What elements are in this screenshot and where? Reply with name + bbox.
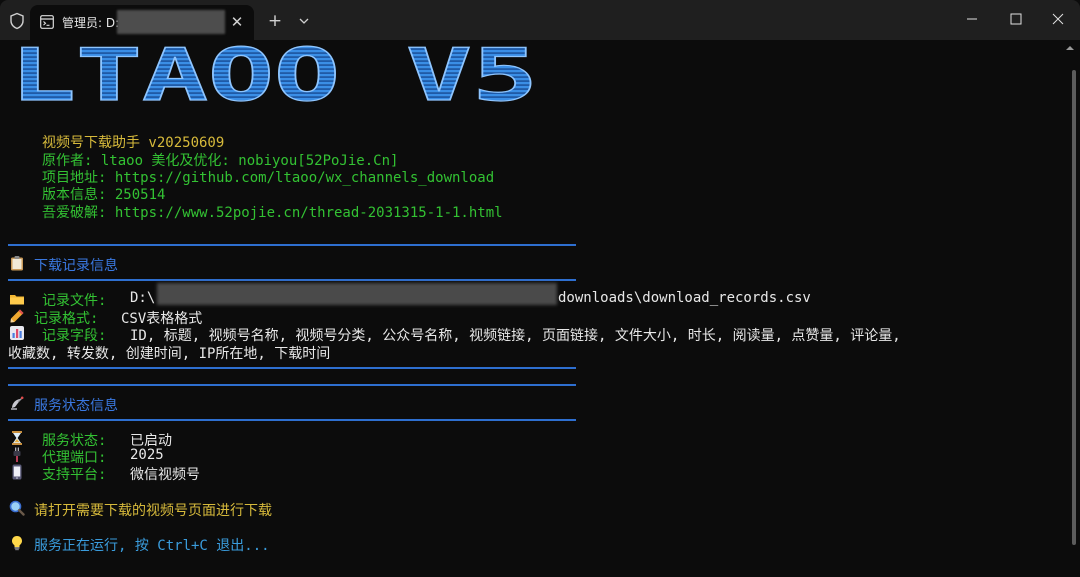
- window-close-icon[interactable]: [1038, 4, 1078, 34]
- maximize-icon[interactable]: [996, 4, 1036, 34]
- file-prefix: D:\: [130, 290, 156, 306]
- bar-chart-icon: [10, 326, 24, 340]
- redacted-path: [157, 283, 557, 305]
- scroll-up-icon[interactable]: [1066, 44, 1074, 52]
- download-prompt: 请打开需要下载的视频号页面进行下载: [34, 503, 272, 519]
- title-bar[interactable]: 管理员: D:\ ✕ +: [0, 0, 1080, 40]
- minimize-icon[interactable]: [952, 4, 992, 34]
- terminal-window: 管理员: D:\ ✕ + LTAOO V5 视频号下载助手 v20250609 …: [0, 0, 1080, 577]
- divider: [8, 279, 576, 281]
- service-section-header: 服务状态信息: [34, 398, 118, 414]
- wuai-line: 吾爱破解: https://www.52pojie.cn/thread-2031…: [42, 205, 503, 221]
- file-suffix: downloads\download_records.csv: [558, 290, 811, 306]
- tab-title: 管理员: D:\: [62, 16, 124, 30]
- close-icon[interactable]: ✕: [226, 11, 248, 33]
- divider: [8, 419, 576, 421]
- version-line: 版本信息: 250514: [42, 187, 166, 203]
- platform-value: 微信视频号: [130, 467, 200, 483]
- satellite-icon: [11, 396, 24, 410]
- mobile-icon: [12, 464, 22, 480]
- chevron-down-icon[interactable]: [294, 10, 314, 32]
- fields-label: 记录字段:: [42, 328, 107, 344]
- shield-icon: [10, 12, 24, 30]
- hourglass-icon: [12, 431, 22, 445]
- redacted-path: [117, 10, 225, 34]
- port-value: 2025: [130, 447, 164, 463]
- folder-icon: [10, 295, 24, 305]
- magnifier-icon: [9, 500, 25, 516]
- download-section-header: 下载记录信息: [34, 258, 118, 274]
- logo-text: LTAOO V5: [10, 42, 538, 117]
- divider: [8, 384, 576, 386]
- divider: [8, 244, 576, 246]
- running-notice: 服务正在运行, 按 Ctrl+C 退出...: [34, 538, 270, 554]
- ascii-logo: LTAOO V5: [9, 42, 538, 118]
- plus-icon[interactable]: +: [264, 10, 286, 32]
- terminal-icon: [40, 15, 54, 29]
- fields-line1: ID, 标题, 视频号名称, 视频号分类, 公众号名称, 视频链接, 页面链接,…: [130, 328, 901, 344]
- clipboard-icon: [11, 256, 23, 271]
- app-name: 视频号下载助手 v20250609: [42, 135, 225, 151]
- plug-icon: [13, 447, 21, 462]
- scrollbar[interactable]: [1072, 70, 1076, 545]
- tab-terminal[interactable]: 管理员: D:\ ✕: [30, 5, 254, 40]
- pencil-icon: [10, 309, 24, 323]
- fields-line2: 收藏数, 转发数, 创建时间, IP所在地, 下载时间: [8, 346, 331, 362]
- platform-label: 支持平台:: [42, 467, 107, 483]
- divider: [8, 367, 576, 369]
- file-label: 记录文件:: [42, 293, 107, 309]
- lightbulb-icon: [12, 536, 22, 551]
